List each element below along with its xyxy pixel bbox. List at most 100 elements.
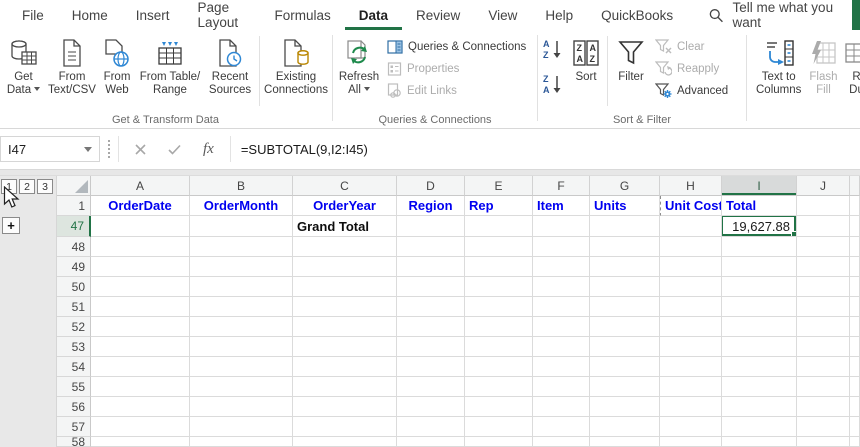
cell-edge53[interactable] bbox=[850, 337, 860, 357]
cancel-icon[interactable] bbox=[135, 143, 146, 155]
cell-D50[interactable] bbox=[397, 277, 465, 297]
row-header-52[interactable]: 52 bbox=[57, 317, 91, 337]
cell-H58[interactable] bbox=[660, 437, 722, 447]
cell-edge52[interactable] bbox=[850, 317, 860, 337]
sort-button[interactable]: Z A A Z Sort bbox=[567, 30, 605, 84]
cell-B54[interactable] bbox=[190, 357, 293, 377]
cell-G55[interactable] bbox=[590, 377, 660, 397]
cell-B53[interactable] bbox=[190, 337, 293, 357]
cell-A48[interactable] bbox=[91, 237, 190, 257]
row-header-49[interactable]: 49 bbox=[57, 257, 91, 277]
cell-J53[interactable] bbox=[797, 337, 850, 357]
cell-D49[interactable] bbox=[397, 257, 465, 277]
remove-duplicates-button-clipped[interactable]: RDu bbox=[844, 30, 860, 97]
cell-J52[interactable] bbox=[797, 317, 850, 337]
cell-H50[interactable] bbox=[660, 277, 722, 297]
cell-G49[interactable] bbox=[590, 257, 660, 277]
cell-F48[interactable] bbox=[533, 237, 590, 257]
cell-J58[interactable] bbox=[797, 437, 850, 447]
cell-A51[interactable] bbox=[91, 297, 190, 317]
cell-J54[interactable] bbox=[797, 357, 850, 377]
filter-button[interactable]: Filter bbox=[610, 30, 652, 84]
column-header-E[interactable]: E bbox=[465, 176, 533, 196]
column-header-edge[interactable] bbox=[850, 176, 860, 196]
cell-edge1[interactable] bbox=[850, 196, 860, 216]
cell-C58[interactable] bbox=[293, 437, 397, 447]
column-header-G[interactable]: G bbox=[590, 176, 660, 196]
cell-C47[interactable]: Grand Total bbox=[293, 216, 397, 237]
cell-J57[interactable] bbox=[797, 417, 850, 437]
tab-page-layout[interactable]: Page Layout bbox=[184, 0, 261, 30]
cell-F58[interactable] bbox=[533, 437, 590, 447]
cell-E48[interactable] bbox=[465, 237, 533, 257]
cell-J48[interactable] bbox=[797, 237, 850, 257]
sort-descending-button[interactable]: Z A bbox=[541, 73, 565, 100]
cell-A54[interactable] bbox=[91, 357, 190, 377]
cell-F1[interactable]: Item bbox=[533, 196, 590, 216]
cell-F49[interactable] bbox=[533, 257, 590, 277]
from-web-button[interactable]: From Web bbox=[97, 30, 137, 97]
from-text-csv-button[interactable]: From Text/CSV bbox=[47, 30, 97, 97]
cell-edge48[interactable] bbox=[850, 237, 860, 257]
cell-F50[interactable] bbox=[533, 277, 590, 297]
cell-I53[interactable] bbox=[722, 337, 797, 357]
cell-G51[interactable] bbox=[590, 297, 660, 317]
cell-B48[interactable] bbox=[190, 237, 293, 257]
cell-B49[interactable] bbox=[190, 257, 293, 277]
cell-I50[interactable] bbox=[722, 277, 797, 297]
cell-A57[interactable] bbox=[91, 417, 190, 437]
cell-A47[interactable] bbox=[91, 216, 190, 237]
cell-B57[interactable] bbox=[190, 417, 293, 437]
cell-D55[interactable] bbox=[397, 377, 465, 397]
cell-I47[interactable]: 19,627.88 bbox=[722, 216, 797, 237]
cell-C1[interactable]: OrderYear bbox=[293, 196, 397, 216]
cell-G50[interactable] bbox=[590, 277, 660, 297]
cell-G57[interactable] bbox=[590, 417, 660, 437]
cell-E52[interactable] bbox=[465, 317, 533, 337]
row-header-47[interactable]: 47 bbox=[57, 216, 91, 237]
properties-button[interactable]: Properties bbox=[384, 59, 529, 78]
cell-C48[interactable] bbox=[293, 237, 397, 257]
refresh-all-button[interactable]: Refresh All bbox=[334, 30, 384, 97]
cell-C57[interactable] bbox=[293, 417, 397, 437]
clear-filter-button[interactable]: Clear bbox=[652, 37, 731, 56]
tab-review[interactable]: Review bbox=[402, 0, 474, 30]
cell-E58[interactable] bbox=[465, 437, 533, 447]
cell-edge58[interactable] bbox=[850, 437, 860, 447]
cell-I52[interactable] bbox=[722, 317, 797, 337]
cell-B52[interactable] bbox=[190, 317, 293, 337]
cell-edge55[interactable] bbox=[850, 377, 860, 397]
cell-D1[interactable]: Region bbox=[397, 196, 465, 216]
enter-icon[interactable] bbox=[168, 144, 181, 155]
outline-level-button-2[interactable]: 2 bbox=[19, 179, 35, 194]
cell-B47[interactable] bbox=[190, 216, 293, 237]
cell-H52[interactable] bbox=[660, 317, 722, 337]
cell-A55[interactable] bbox=[91, 377, 190, 397]
cell-B56[interactable] bbox=[190, 397, 293, 417]
cell-E50[interactable] bbox=[465, 277, 533, 297]
cell-G54[interactable] bbox=[590, 357, 660, 377]
tab-insert[interactable]: Insert bbox=[122, 0, 184, 30]
cell-I55[interactable] bbox=[722, 377, 797, 397]
cell-D47[interactable] bbox=[397, 216, 465, 237]
advanced-filter-button[interactable]: Advanced bbox=[652, 81, 731, 100]
tab-formulas[interactable]: Formulas bbox=[261, 0, 345, 30]
cell-edge49[interactable] bbox=[850, 257, 860, 277]
cell-E53[interactable] bbox=[465, 337, 533, 357]
tab-view[interactable]: View bbox=[474, 0, 531, 30]
cell-C56[interactable] bbox=[293, 397, 397, 417]
row-header-56[interactable]: 56 bbox=[57, 397, 91, 417]
row-header-51[interactable]: 51 bbox=[57, 297, 91, 317]
row-header-54[interactable]: 54 bbox=[57, 357, 91, 377]
cell-D57[interactable] bbox=[397, 417, 465, 437]
text-to-columns-button[interactable]: Text to Columns bbox=[756, 30, 801, 97]
cell-J55[interactable] bbox=[797, 377, 850, 397]
cell-G58[interactable] bbox=[590, 437, 660, 447]
cell-F57[interactable] bbox=[533, 417, 590, 437]
cell-H47[interactable] bbox=[660, 216, 722, 237]
cell-edge50[interactable] bbox=[850, 277, 860, 297]
cell-B58[interactable] bbox=[190, 437, 293, 447]
cell-J1[interactable] bbox=[797, 196, 850, 216]
cell-F56[interactable] bbox=[533, 397, 590, 417]
column-header-I[interactable]: I bbox=[722, 176, 797, 196]
